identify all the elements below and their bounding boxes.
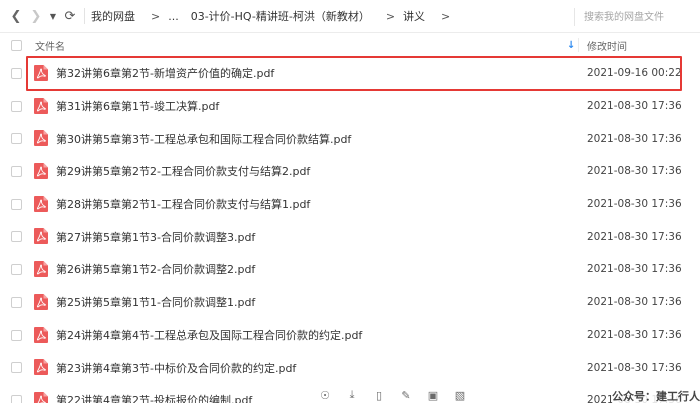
download-button[interactable]: ⤓: [345, 388, 359, 402]
delete-button[interactable]: ▯: [372, 388, 386, 402]
row-checkbox[interactable]: [11, 296, 22, 308]
forward-button[interactable]: ❯: [26, 0, 46, 33]
file-name[interactable]: 第31讲第6章第1节-竣工决算.pdf: [56, 98, 219, 114]
file-name[interactable]: 第27讲第5章第1节3-合同价款调整3.pdf: [56, 229, 255, 245]
file-modified-time: 2021-08-30 17:36: [587, 165, 682, 178]
column-header-name[interactable]: 文件名: [35, 38, 65, 53]
file-row[interactable]: 第27讲第5章第1节3-合同价款调整3.pdf 2021-08-30 17:36: [0, 220, 700, 253]
list-header: 文件名 ↓ 修改时间: [0, 33, 700, 57]
rename-button[interactable]: ✎: [399, 388, 413, 402]
breadcrumb-item-current[interactable]: 讲义: [403, 8, 425, 24]
row-checkbox[interactable]: [11, 166, 22, 178]
file-row[interactable]: 第23讲第4章第3节-中标价及合同价款的约定.pdf 2021-08-30 17:…: [0, 351, 700, 384]
pdf-file-icon: [34, 391, 48, 403]
file-modified-time: 2021-09-16 00:22: [587, 67, 682, 80]
select-all-checkbox[interactable]: [11, 40, 22, 51]
file-modified-time: 2021-08-30 17:36: [587, 132, 682, 145]
file-modified-time: 2021-08-30 17:36: [587, 296, 682, 309]
file-modified-time: 2021-08-30 17:36: [587, 230, 682, 243]
chevron-left-icon: ❮: [10, 8, 22, 24]
file-row[interactable]: 第24讲第4章第4节-工程总承包及国际工程合同价款的约定.pdf 2021-08-…: [0, 319, 700, 352]
row-checkbox[interactable]: [11, 362, 22, 374]
breadcrumb-item-folder[interactable]: 03-计价-HQ-精讲班-柯洪（新教材）: [191, 8, 370, 24]
row-checkbox[interactable]: [11, 100, 22, 112]
column-header-time[interactable]: 修改时间: [587, 38, 627, 53]
file-row[interactable]: 第26讲第5章第1节2-合同价款调整2.pdf 2021-08-30 17:36: [0, 253, 700, 286]
file-name[interactable]: 第30讲第5章第3节-工程总承包和国际工程合同价款结算.pdf: [56, 131, 351, 147]
history-dropdown-button[interactable]: ▼: [46, 0, 60, 33]
pdf-file-icon: [34, 326, 48, 343]
delete-icon: ▯: [375, 388, 383, 402]
chevron-right-icon: ❯: [30, 8, 42, 24]
row-checkbox[interactable]: [11, 329, 22, 341]
file-row[interactable]: 第29讲第5章第2节2-工程合同价款支付与结算2.pdf 2021-08-30 1…: [0, 155, 700, 188]
breadcrumb-item-ellipsis[interactable]: ...: [168, 10, 179, 23]
file-row[interactable]: 第32讲第6章第2节-新增资产价值的确定.pdf 2021-09-16 00:22: [0, 57, 700, 90]
row-checkbox[interactable]: [11, 68, 22, 79]
pdf-file-icon: [34, 97, 48, 114]
image-button[interactable]: ▣: [426, 388, 440, 402]
pdf-file-icon: [34, 228, 48, 245]
file-name[interactable]: 第22讲第4章第2节-投标报价的编制.pdf: [56, 392, 252, 403]
file-row[interactable]: 第28讲第5章第2节1-工程合同价款支付与结算1.pdf 2021-08-30 1…: [0, 188, 700, 221]
pdf-file-icon: [34, 65, 48, 81]
selection-toolbar: ☉ ⤓ ▯ ✎ ▣ ▧: [318, 388, 467, 403]
file-name[interactable]: 第29讲第5章第2节2-工程合同价款支付与结算2.pdf: [56, 163, 310, 179]
file-modified-time: 2021-08-30 17:36: [587, 263, 682, 276]
chevron-right-icon: >: [151, 9, 161, 23]
file-modified-time: 2021-08-30 17:36: [587, 361, 682, 374]
more-icon: ▧: [454, 388, 466, 402]
share-icon: ☉: [320, 388, 330, 402]
divider: [84, 8, 85, 24]
breadcrumb: 我的网盘 > ... 03-计价-HQ-精讲班-柯洪（新教材） > 讲义 >: [91, 8, 458, 24]
file-modified-time: 2021-08-30 17:36: [587, 328, 682, 341]
pdf-file-icon: [34, 261, 48, 278]
row-checkbox[interactable]: [11, 394, 22, 403]
caret-down-icon: ▼: [49, 11, 57, 21]
file-row[interactable]: 第31讲第6章第1节-竣工决算.pdf 2021-08-30 17:36: [0, 90, 700, 123]
share-button[interactable]: ☉: [318, 388, 332, 402]
chevron-right-icon: >: [441, 9, 451, 23]
file-name[interactable]: 第24讲第4章第4节-工程总承包及国际工程合同价款的约定.pdf: [56, 327, 362, 343]
file-name[interactable]: 第23讲第4章第3节-中标价及合同价款的约定.pdf: [56, 360, 296, 376]
row-checkbox[interactable]: [11, 264, 22, 276]
refresh-button[interactable]: ⟳: [60, 0, 80, 33]
back-button[interactable]: ❮: [6, 0, 26, 33]
row-checkbox[interactable]: [11, 231, 22, 243]
sort-arrow-down-icon[interactable]: ↓: [567, 40, 575, 51]
column-divider[interactable]: [578, 38, 579, 52]
file-list: 第32讲第6章第2节-新增资产价值的确定.pdf 2021-09-16 00:22…: [0, 57, 700, 403]
image-icon: ▣: [427, 388, 439, 402]
file-name[interactable]: 第28讲第5章第2节1-工程合同价款支付与结算1.pdf: [56, 196, 310, 212]
file-name[interactable]: 第26讲第5章第1节2-合同价款调整2.pdf: [56, 261, 255, 277]
pdf-file-icon: [34, 163, 48, 180]
pdf-file-icon: [34, 359, 48, 376]
file-modified-time: 2021-08-30 17:36: [587, 100, 682, 113]
breadcrumb-item-root[interactable]: 我的网盘: [91, 8, 135, 24]
pdf-file-icon: [34, 293, 48, 310]
search-input[interactable]: [584, 9, 694, 25]
rename-icon: ✎: [401, 388, 411, 402]
file-modified-time: 2021-08-30 17:36: [587, 198, 682, 211]
divider: [574, 8, 575, 26]
row-checkbox[interactable]: [11, 198, 22, 210]
row-checkbox[interactable]: [11, 133, 22, 145]
download-icon: ⤓: [349, 388, 355, 401]
chevron-right-icon: >: [385, 9, 396, 23]
top-bar: ❮ ❯ ▼ ⟳ 我的网盘 > ... 03-计价-HQ-精讲班-柯洪（新教材） …: [0, 0, 700, 33]
file-row[interactable]: 第25讲第5章第1节1-合同价款调整1.pdf 2021-08-30 17:36: [0, 286, 700, 319]
refresh-icon: ⟳: [64, 8, 76, 24]
more-button[interactable]: ▧: [453, 388, 467, 402]
file-name[interactable]: 第25讲第5章第1节1-合同价款调整1.pdf: [56, 294, 255, 310]
watermark: 公众号：建工行人: [612, 388, 700, 403]
pdf-file-icon: [34, 195, 48, 212]
file-row[interactable]: 第30讲第5章第3节-工程总承包和国际工程合同价款结算.pdf 2021-08-3…: [0, 122, 700, 155]
file-name[interactable]: 第32讲第6章第2节-新增资产价值的确定.pdf: [56, 65, 274, 81]
pdf-file-icon: [34, 130, 48, 147]
